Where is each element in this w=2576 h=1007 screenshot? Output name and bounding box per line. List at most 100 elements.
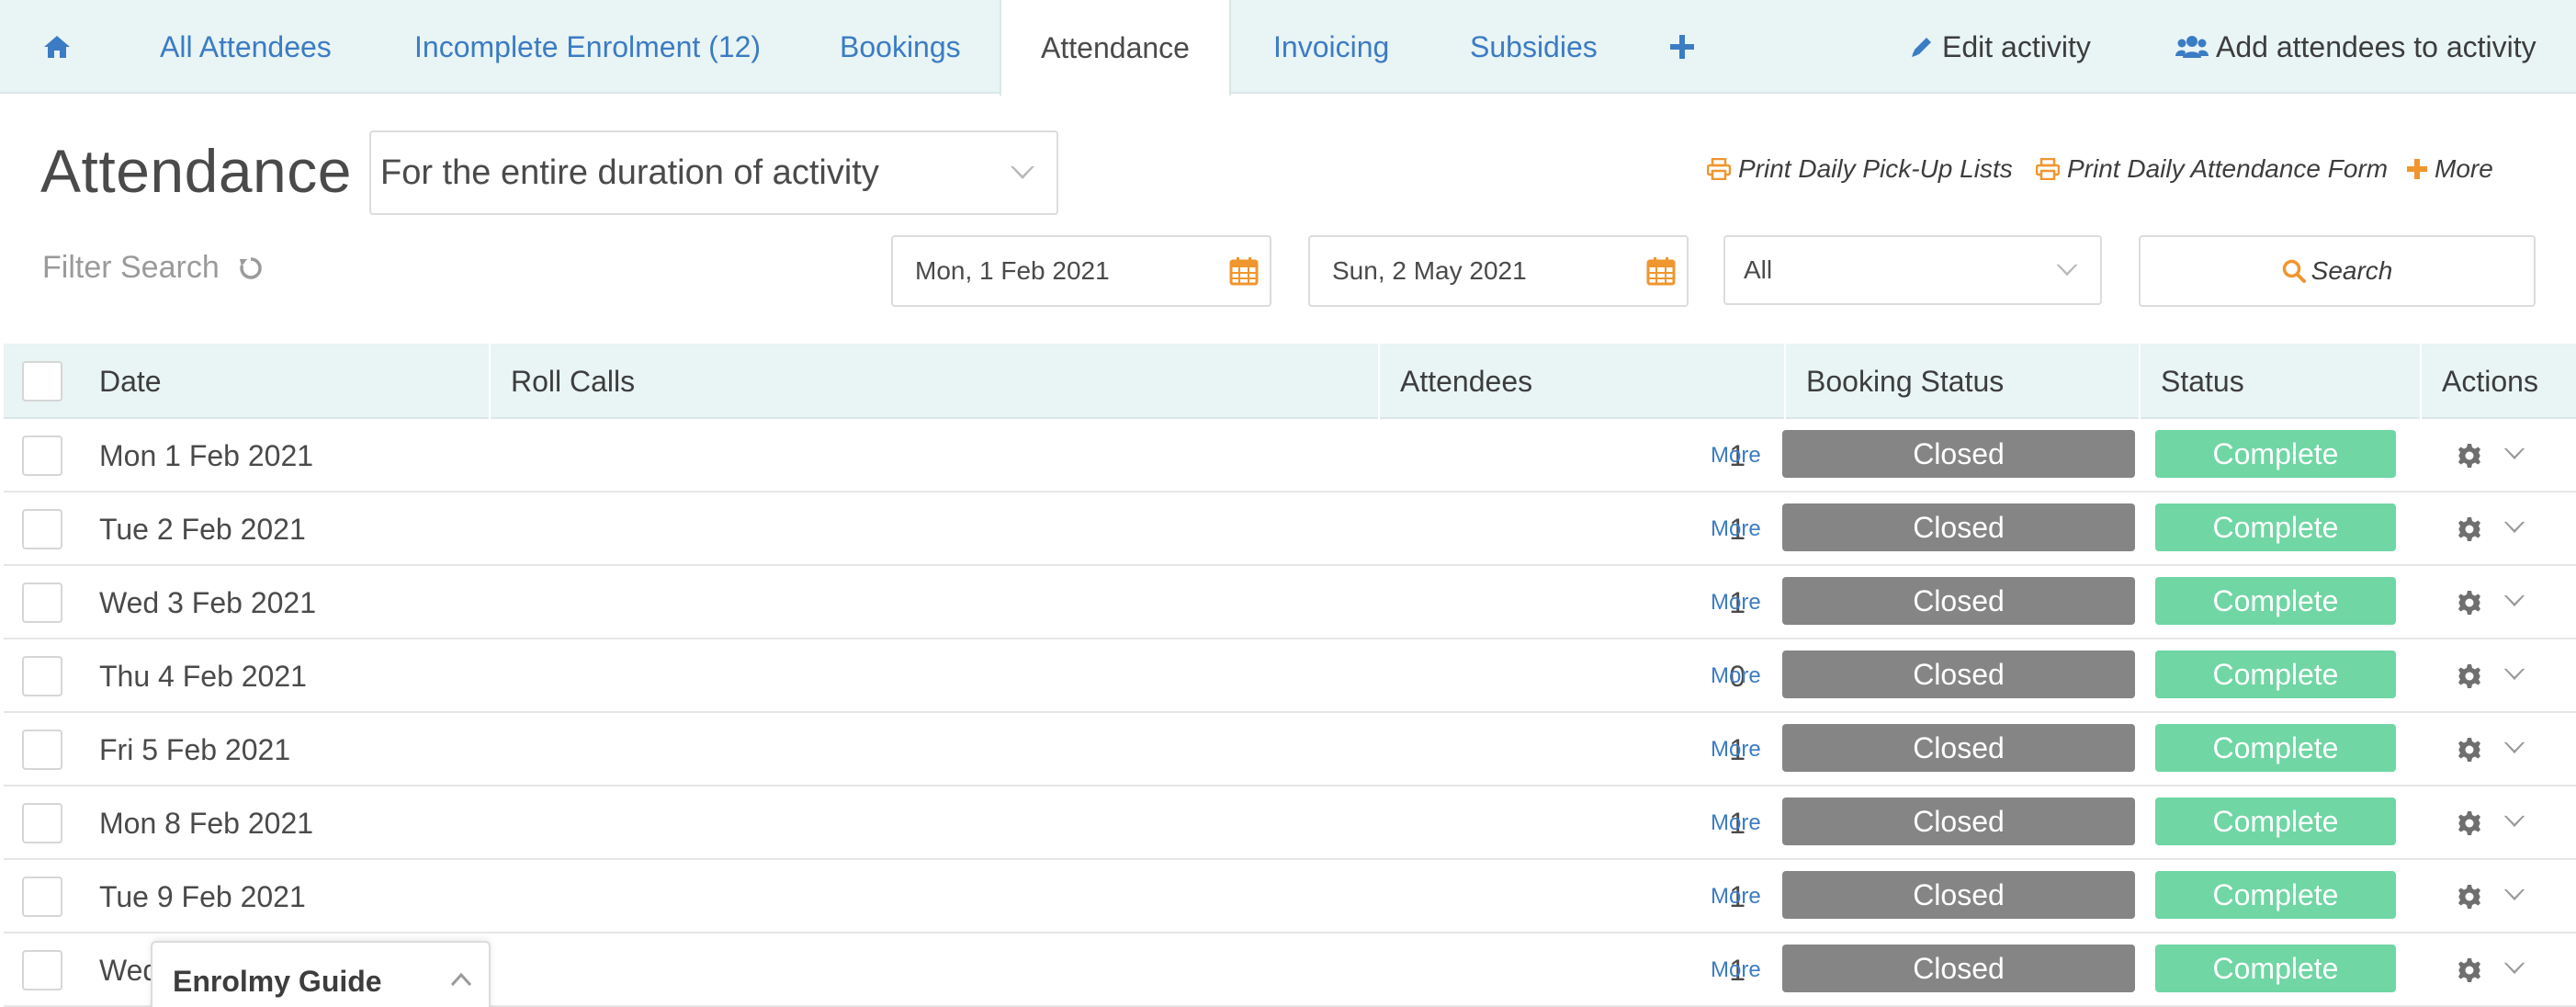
booking-status-badge: Closed — [1782, 503, 2135, 551]
page-title: Attendance — [40, 137, 352, 205]
column-date[interactable]: Date — [79, 344, 489, 419]
print-pickup-lists-link[interactable]: Print Daily Pick-Up Lists — [1707, 154, 2013, 184]
more-actions-label: More — [2435, 154, 2493, 183]
row-checkbox[interactable] — [22, 877, 62, 917]
tab-subsidies[interactable]: Subsidies — [1470, 0, 1598, 94]
table-row[interactable]: Mon 8 Feb 2021 1 More Closed Complete — [4, 786, 2576, 860]
select-all-checkbox[interactable] — [22, 361, 62, 402]
tab-attendance[interactable]: Attendance — [1000, 0, 1231, 96]
chevron-down-icon[interactable] — [2503, 665, 2526, 684]
tab-home[interactable] — [42, 0, 72, 94]
status-badge: Complete — [2155, 945, 2396, 992]
row-checkbox[interactable] — [22, 730, 62, 770]
guide-title: Enrolmy Guide — [173, 965, 382, 998]
add-attendees-button[interactable]: Add attendees to activity — [2175, 0, 2536, 94]
search-button[interactable]: Search — [2139, 235, 2536, 307]
status-filter-value: All — [1744, 255, 1773, 284]
row-checkbox[interactable] — [22, 950, 62, 990]
row-date: Tue 2 Feb 2021 — [99, 512, 306, 546]
booking-status-badge: Closed — [1782, 871, 2135, 919]
column-attendees: Attendees — [1378, 344, 1784, 419]
pencil-icon — [1912, 38, 1931, 57]
row-date: Wed 3 Feb 2021 — [99, 585, 317, 619]
plus-icon — [1670, 35, 1694, 59]
tab-bookings[interactable]: Bookings — [840, 0, 961, 94]
gear-icon[interactable] — [2457, 443, 2482, 469]
row-more-link[interactable]: More — [1711, 419, 1761, 492]
print-attendance-form-link[interactable]: Print Daily Attendance Form — [2036, 154, 2388, 184]
filter-search: Filter Search — [42, 250, 264, 286]
gear-icon[interactable] — [2457, 884, 2482, 910]
status-filter-select[interactable]: All — [1723, 235, 2102, 305]
booking-status-badge: Closed — [1782, 651, 2135, 698]
column-roll-calls: Roll Calls — [489, 344, 1378, 419]
row-checkbox[interactable] — [22, 656, 62, 696]
gear-icon[interactable] — [2457, 663, 2482, 689]
tab-invoicing[interactable]: Invoicing — [1273, 0, 1389, 94]
table-row[interactable]: Fri 5 Feb 2021 1 More Closed Complete — [4, 713, 2576, 786]
row-date: Tue 9 Feb 2021 — [99, 879, 306, 913]
row-checkbox[interactable] — [22, 509, 62, 549]
table-row[interactable]: Mon 1 Feb 2021 1 More Closed Complete — [4, 419, 2576, 492]
calendar-icon[interactable] — [1229, 256, 1259, 286]
gear-icon[interactable] — [2457, 590, 2482, 616]
gear-icon[interactable] — [2457, 516, 2482, 542]
edit-activity-button[interactable]: Edit activity — [1909, 0, 2091, 94]
chevron-down-icon[interactable] — [2503, 959, 2526, 978]
tab-all-attendees[interactable]: All Attendees — [160, 0, 332, 94]
row-more-link[interactable]: More — [1711, 933, 1761, 1007]
row-more-link[interactable]: More — [1711, 786, 1761, 860]
row-checkbox[interactable] — [22, 436, 62, 476]
row-checkbox[interactable] — [22, 583, 62, 623]
status-badge: Complete — [2155, 871, 2396, 919]
calendar-icon[interactable] — [1646, 256, 1676, 286]
start-date-value: Mon, 1 Feb 2021 — [915, 256, 1110, 285]
chevron-down-icon[interactable] — [2503, 518, 2526, 537]
status-badge: Complete — [2155, 724, 2396, 772]
gear-icon[interactable] — [2457, 810, 2482, 836]
row-more-link[interactable]: More — [1711, 492, 1761, 566]
status-badge: Complete — [2155, 798, 2396, 845]
row-more-link[interactable]: More — [1711, 860, 1761, 933]
row-date: Fri 5 Feb 2021 — [99, 732, 291, 766]
booking-status-badge: Closed — [1782, 798, 2135, 845]
chevron-down-icon[interactable] — [2503, 445, 2526, 463]
chevron-up-icon[interactable] — [450, 972, 472, 987]
row-more-link[interactable]: More — [1711, 713, 1761, 786]
gear-icon[interactable] — [2457, 957, 2482, 983]
table-row[interactable]: Wed 3 Feb 2021 1 More Closed Complete — [4, 566, 2576, 639]
start-date-input[interactable]: Mon, 1 Feb 2021 — [891, 235, 1271, 307]
end-date-input[interactable]: Sun, 2 May 2021 — [1308, 235, 1689, 307]
row-more-link[interactable]: More — [1711, 566, 1761, 639]
chevron-down-icon[interactable] — [2503, 812, 2526, 831]
reset-icon[interactable] — [238, 255, 264, 281]
tab-add[interactable] — [1670, 0, 1694, 94]
chevron-down-icon[interactable] — [2503, 739, 2526, 757]
tab-incomplete-enrolment[interactable]: Incomplete Enrolment (12) — [414, 0, 761, 94]
search-button-label: Search — [2310, 256, 2393, 285]
table-row[interactable]: Tue 2 Feb 2021 1 More Closed Complete — [4, 492, 2576, 566]
chevron-down-icon[interactable] — [2503, 886, 2526, 904]
status-badge: Complete — [2155, 430, 2396, 478]
row-more-link[interactable]: More — [1711, 639, 1761, 713]
enrolmy-guide-widget[interactable]: Enrolmy Guide — [151, 941, 491, 1007]
print-attendance-form-label: Print Daily Attendance Form — [2067, 154, 2389, 183]
tab-bar: All Attendees Incomplete Enrolment (12) … — [0, 0, 2576, 96]
booking-status-badge: Closed — [1782, 945, 2135, 992]
home-icon — [44, 36, 70, 58]
filter-search-label: Filter Search — [42, 250, 220, 285]
row-checkbox[interactable] — [22, 803, 62, 843]
gear-icon[interactable] — [2457, 737, 2482, 763]
booking-status-badge: Closed — [1782, 430, 2135, 478]
more-actions-link[interactable]: More — [2407, 154, 2493, 184]
booking-status-badge: Closed — [1782, 577, 2135, 625]
chevron-down-icon[interactable] — [2503, 592, 2526, 610]
table-row[interactable]: Thu 4 Feb 2021 0 More Closed Complete — [4, 639, 2576, 713]
end-date-value: Sun, 2 May 2021 — [1332, 256, 1527, 285]
users-icon — [2175, 36, 2209, 58]
scope-select-value: For the entire duration of activity — [380, 153, 879, 192]
table-row[interactable]: Tue 9 Feb 2021 1 More Closed Complete — [4, 860, 2576, 933]
scope-select[interactable]: For the entire duration of activity — [369, 130, 1058, 215]
column-actions: Actions — [2420, 344, 2576, 419]
chevron-down-icon — [2056, 264, 2078, 277]
